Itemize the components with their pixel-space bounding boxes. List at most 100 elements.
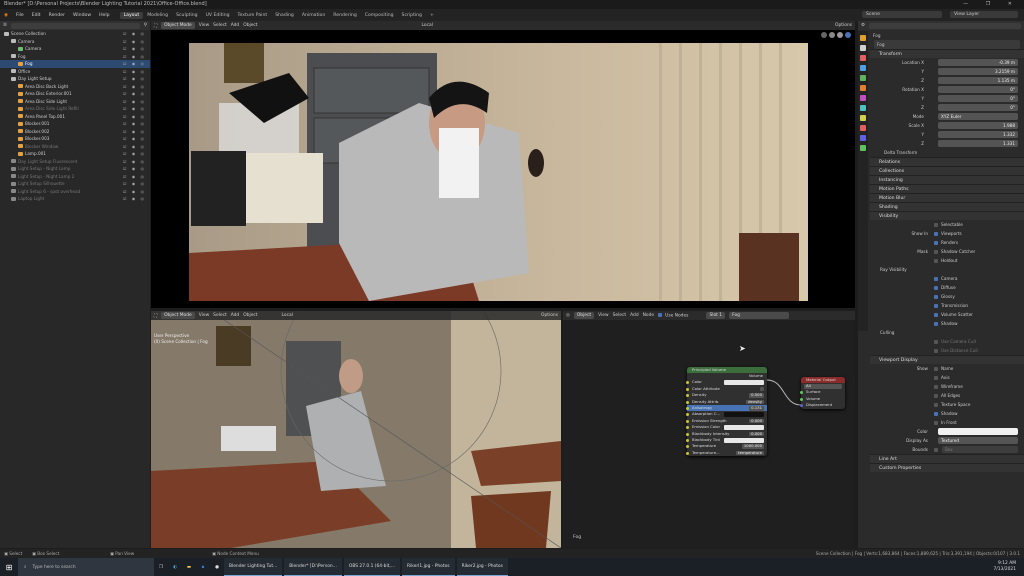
section-shading[interactable]: Shading: [870, 202, 1024, 211]
visibility-icons[interactable]: ☑ ◉ ◎: [123, 128, 146, 136]
ray-visibility-row[interactable]: Shadow: [870, 319, 1024, 328]
visibility-icons[interactable]: ☑ ◉ ◎: [123, 158, 146, 166]
rotation-z-field[interactable]: 0°: [938, 104, 1018, 111]
scale-y-field[interactable]: 1.332: [938, 131, 1018, 138]
location-x-field[interactable]: -0.39 m: [938, 59, 1018, 66]
outliner-item[interactable]: Blocker.002 ☑ ◉ ◎: [0, 128, 150, 136]
taskbar-app-button[interactable]: OBS 27.0.1 (64-bit,...: [343, 558, 400, 576]
outliner-item[interactable]: Camera ☑ ◉ ◎: [0, 38, 150, 46]
display-checkbox[interactable]: Wireframe: [934, 382, 963, 391]
properties-tab-icon[interactable]: [860, 95, 866, 101]
outliner-item[interactable]: Light Setup Silhouette ☑ ◉ ◎: [0, 180, 150, 188]
properties-tab-icon[interactable]: [860, 115, 866, 121]
outliner-item[interactable]: Day Light Setup ☑ ◉ ◎: [0, 75, 150, 83]
visibility-icons[interactable]: ☑ ◉ ◎: [123, 173, 146, 181]
wireframe-shading-icon[interactable]: [821, 32, 827, 38]
editor-type-icon[interactable]: ⛶: [154, 313, 157, 319]
ray-checkbox[interactable]: Diffuse: [934, 283, 956, 292]
visibility-icons[interactable]: ☑ ◉ ◎: [123, 195, 146, 203]
taskbar-app-button[interactable]: Blender Lighting Tut...: [224, 558, 283, 576]
visibility-icons[interactable]: ☑ ◉ ◎: [123, 150, 146, 158]
menu-help[interactable]: Help: [95, 13, 113, 18]
outliner-item[interactable]: Office ☑ ◉ ◎: [0, 68, 150, 76]
taskbar-app-button[interactable]: Rikerl1.jpg - Photos: [402, 558, 455, 576]
outliner-item[interactable]: Scene Collection ☑ ◉ ◎: [0, 30, 150, 38]
rendered-shading-icon[interactable]: [845, 32, 851, 38]
input-socket-icon[interactable]: [799, 404, 803, 408]
outliner-editor-icon[interactable]: ☰: [3, 23, 7, 28]
visibility-icons[interactable]: ☑ ◉ ◎: [123, 60, 146, 68]
display-option-row[interactable]: All Edges: [870, 391, 1024, 400]
ray-visibility-row[interactable]: Glossy: [870, 292, 1024, 301]
workspace-tab[interactable]: +: [426, 12, 438, 19]
visibility-icons[interactable]: ☑ ◉ ◎: [123, 53, 146, 61]
workspace-tab[interactable]: Layout: [119, 11, 144, 19]
options-dropdown[interactable]: Options: [835, 23, 852, 28]
properties-search-input[interactable]: [868, 22, 1021, 29]
add-menu[interactable]: Add: [231, 23, 240, 28]
section-instancing[interactable]: Instancing: [870, 175, 1024, 184]
taskbar-search-box[interactable]: ⌕ Type here to search: [18, 558, 154, 576]
outliner-search-input[interactable]: [10, 22, 140, 29]
workspace-tab[interactable]: Sculpting: [172, 12, 201, 19]
outliner-item[interactable]: Camera ☑ ◉ ◎: [0, 45, 150, 53]
visibility-icons[interactable]: ☑ ◉ ◎: [123, 135, 146, 143]
outliner-item[interactable]: Day Light Setup Fluorescent ☑ ◉ ◎: [0, 158, 150, 166]
shader-node-editor[interactable]: ◎ Object View Select Add Node Use Nodes …: [563, 311, 855, 548]
object-name-field[interactable]: Fog: [874, 40, 1020, 49]
menu-file[interactable]: File: [12, 13, 28, 18]
visibility-icons[interactable]: ☑ ◉ ◎: [123, 83, 146, 91]
outliner-item[interactable]: Area Disc Exterior.001 ☑ ◉ ◎: [0, 90, 150, 98]
edge-icon[interactable]: ◐: [168, 565, 182, 570]
outliner-item[interactable]: Area Disc Back Light ☑ ◉ ◎: [0, 83, 150, 91]
material-shading-icon[interactable]: [837, 32, 843, 38]
system-clock[interactable]: 9:12 AM 7/13/2021: [993, 561, 1016, 573]
outliner-item[interactable]: Area Disc Side Light ☑ ◉ ◎: [0, 98, 150, 106]
section-custom-properties[interactable]: Custom Properties: [870, 463, 1024, 472]
section-visibility[interactable]: Visibility: [870, 211, 1024, 220]
visibility-icons[interactable]: ☑ ◉ ◎: [123, 68, 146, 76]
display-option-row[interactable]: Texture Space: [870, 400, 1024, 409]
display-checkbox[interactable]: Axis: [934, 373, 950, 382]
properties-tab-icon[interactable]: [860, 135, 866, 141]
view-layer-selector[interactable]: View Layer: [950, 11, 1018, 18]
visibility-icons[interactable]: ☑ ◉ ◎: [123, 180, 146, 188]
solid-shading-icon[interactable]: [829, 32, 835, 38]
section-motion-blur[interactable]: Motion Blur: [870, 193, 1024, 202]
properties-tab-icon[interactable]: [860, 145, 866, 151]
outliner-item[interactable]: Blocker.003 ☑ ◉ ◎: [0, 135, 150, 143]
holdout-row[interactable]: Holdout: [870, 256, 1024, 265]
scale-z-field[interactable]: 1.331: [938, 140, 1018, 147]
properties-icon[interactable]: ⚙: [861, 23, 865, 28]
visibility-icons[interactable]: ☑ ◉ ◎: [123, 98, 146, 106]
bounds-dropdown[interactable]: Box: [942, 446, 1018, 453]
view-menu[interactable]: View: [199, 23, 209, 28]
obs-icon[interactable]: ●: [210, 565, 224, 570]
workspace-tab[interactable]: Compositing: [361, 12, 398, 19]
mode-dropdown[interactable]: Object Mode: [161, 22, 195, 29]
object-menu[interactable]: Object: [243, 313, 257, 318]
rotation-y-field[interactable]: 0°: [938, 95, 1018, 102]
menu-edit[interactable]: Edit: [28, 13, 45, 18]
orientation-dropdown[interactable]: Local: [422, 23, 433, 28]
properties-tab-icon[interactable]: [860, 105, 866, 111]
properties-tab-icon[interactable]: [860, 75, 866, 81]
editor-type-icon[interactable]: ⛶: [154, 23, 157, 29]
workspace-tab[interactable]: Shading: [271, 12, 298, 19]
explorer-icon[interactable]: ▬: [182, 565, 196, 570]
visibility-icons[interactable]: ☑ ◉ ◎: [123, 38, 146, 46]
workspace-tab[interactable]: Animation: [298, 12, 329, 19]
display-option-row[interactable]: Axis: [870, 373, 1024, 382]
section-line-art[interactable]: Line Art: [870, 454, 1024, 463]
visibility-icons[interactable]: ☑ ◉ ◎: [123, 143, 146, 151]
ray-visibility-row[interactable]: Camera: [870, 274, 1024, 283]
renders-row[interactable]: Renders: [870, 238, 1024, 247]
transform-section[interactable]: Transform: [870, 49, 1024, 58]
outliner-item[interactable]: Light Setup 6 - spot overhead ☑ ◉ ◎: [0, 188, 150, 196]
solid-viewport[interactable]: ⛶ Object Mode View Select Add Object Loc…: [151, 311, 561, 548]
location-y-field[interactable]: 3.2159 m: [938, 68, 1018, 75]
distance-cull-row[interactable]: Use Distance Cull: [870, 346, 1024, 355]
checkbox-icon[interactable]: [934, 447, 938, 452]
properties-tab-icon[interactable]: [860, 65, 866, 71]
visibility-icons[interactable]: ☑ ◉ ◎: [123, 75, 146, 83]
